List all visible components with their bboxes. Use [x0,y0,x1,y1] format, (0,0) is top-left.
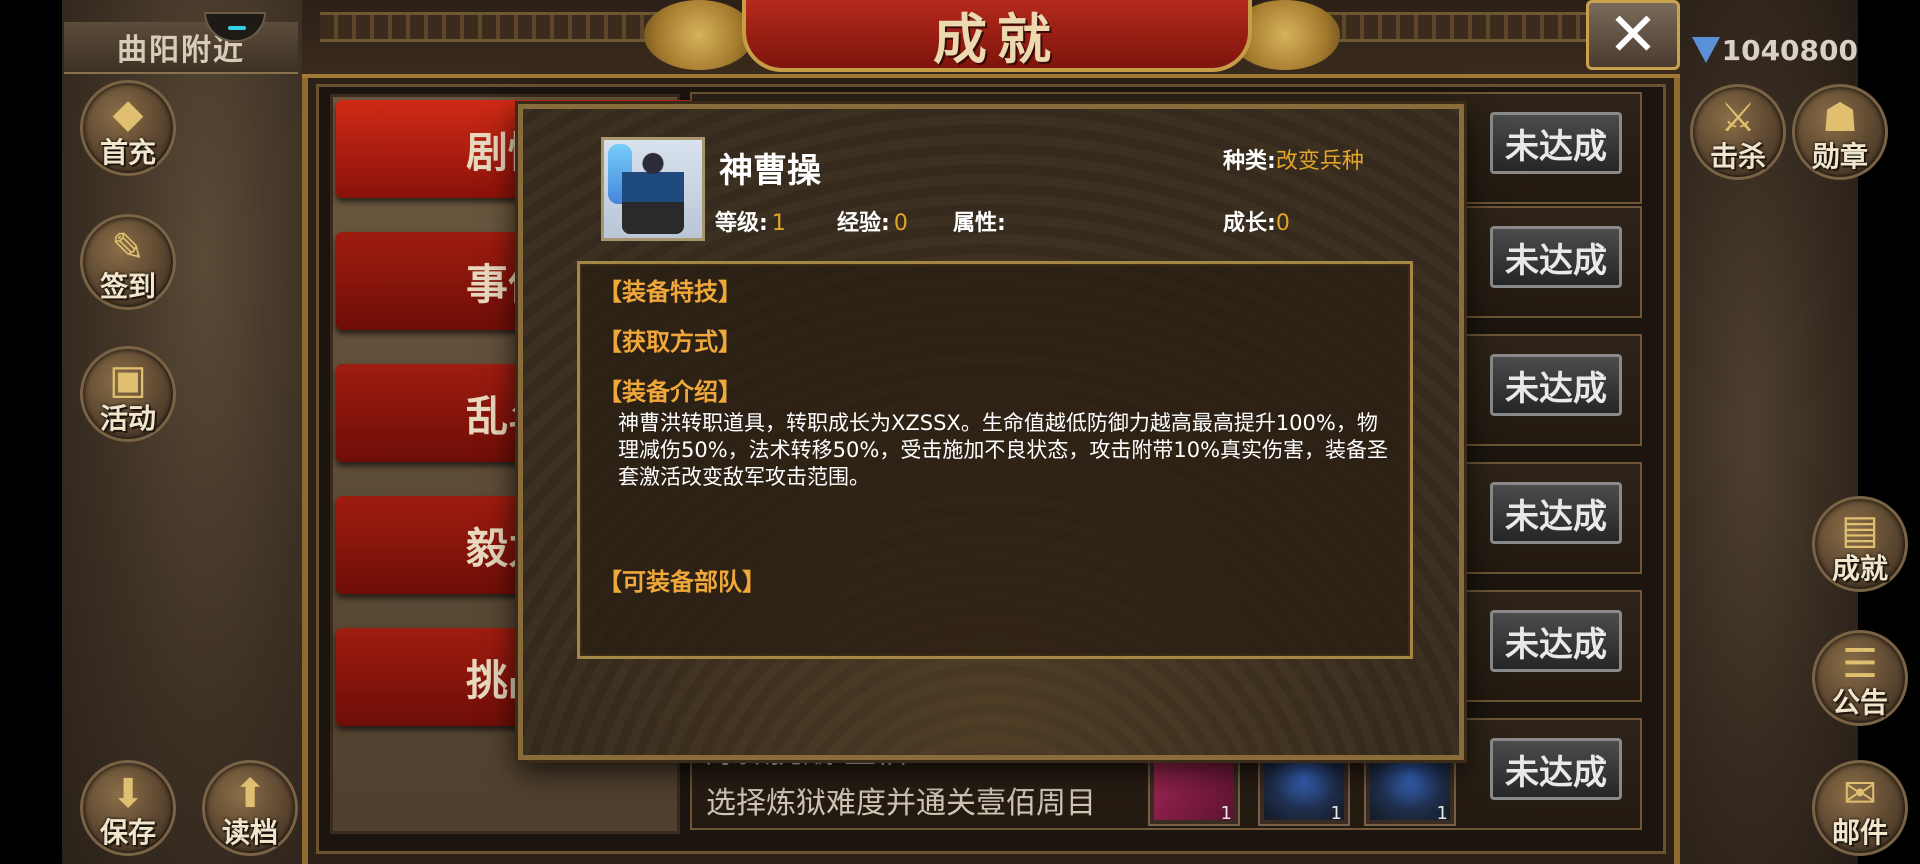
unit-portrait [601,137,705,241]
announcement-button[interactable]: ☰ 公告 [1812,630,1908,726]
medals-label: 勋章 [1811,140,1868,173]
unit-name: 神曹操 [719,151,821,191]
kills-label: 击杀 [1709,140,1766,173]
status-label: 未达成 [1505,752,1607,793]
status-button[interactable]: 未达成 [1490,482,1622,544]
window-title-text: 成就 [933,7,1061,71]
reward-count: 1 [1436,803,1448,824]
item-detail-popup[interactable]: 神曹操 种类:改变兵种 等级: 1 经验: 0 属性: 成长:0 【装备特技】 【获… [518,104,1464,760]
level-label: 等级: [715,211,768,236]
mail-button[interactable]: ✉ 邮件 [1812,760,1908,856]
sign-in-label: 签到 [99,270,156,303]
section-equip-skill: 【装备特技】 [598,278,742,306]
unit-kind: 种类:改变兵种 [1223,143,1364,175]
reward-count: 1 [1220,803,1232,824]
close-icon: ✕ [1607,0,1659,70]
growth-label: 成长: [1223,211,1276,236]
level-value: 1 [771,211,786,236]
first-recharge-button[interactable]: ◆ 首充 [80,80,176,176]
save-label: 保存 [99,816,156,849]
achievement-label: 成就 [1831,552,1888,585]
status-button[interactable]: 未达成 [1490,226,1622,288]
attribute-label: 属性: [953,211,1006,236]
equip-description: 神曹洪转职道具，转职成长为XZSSX。生命值越低防御力越高最高提升100%，物理… [618,411,1389,489]
status-button[interactable]: 未达成 [1490,738,1622,800]
kind-label: 种类: [1223,149,1276,174]
location-plate: 曲阳附近 [64,12,298,74]
medals-button[interactable]: ☗ 勋章 [1792,84,1888,180]
level-stat: 等级: 1 [715,205,786,237]
events-button[interactable]: ▣ 活动 [80,346,176,442]
item-detail-box: 【装备特技】 【获取方式】 【装备介绍】 神曹洪转职道具，转职成长为XZSSX。… [577,261,1413,659]
attribute-stat: 属性: [953,205,1010,237]
section-equip-intro: 【装备介绍】 [598,378,742,406]
achievement-desc: 选择炼狱难度并通关壹佰周目 [706,786,1096,821]
section-equip-troops: 【可装备部队】 [598,568,766,596]
exp-label: 经验: [837,211,890,236]
events-label: 活动 [99,402,156,435]
currency-display: 1040800 [1688,30,1858,70]
exp-stat: 经验: 0 [837,205,908,237]
status-button[interactable]: 未达成 [1490,354,1622,416]
mail-label: 邮件 [1831,816,1888,849]
letterbox-left [0,0,62,864]
status-button[interactable]: 未达成 [1490,610,1622,672]
header-ornament-left [644,0,754,70]
kills-button[interactable]: ⚔ 击杀 [1690,84,1786,180]
window-title: 成就 [742,0,1252,72]
exp-value: 0 [893,211,908,236]
status-label: 未达成 [1505,126,1607,167]
load-button[interactable]: ⬆ 读档 [202,760,298,856]
general-figure-icon [622,148,684,234]
status-label: 未达成 [1505,624,1607,665]
status-label: 未达成 [1505,496,1607,537]
sign-in-button[interactable]: ✎ 签到 [80,214,176,310]
save-button[interactable]: ⬇ 保存 [80,760,176,856]
growth-stat: 成长:0 [1223,205,1290,237]
gem-icon [1688,35,1720,65]
status-button[interactable]: 未达成 [1490,112,1622,174]
announcement-label: 公告 [1831,686,1888,719]
achievement-button[interactable]: ▤ 成就 [1812,496,1908,592]
load-label: 读档 [221,816,278,849]
status-label: 未达成 [1505,240,1607,281]
status-label: 未达成 [1505,368,1607,409]
currency-value: 1040800 [1721,33,1858,67]
section-obtain-method: 【获取方式】 [598,328,742,356]
growth-value: 0 [1275,211,1290,236]
kind-value: 改变兵种 [1275,149,1364,174]
reward-count: 1 [1330,803,1342,824]
close-button[interactable]: ✕ [1586,0,1680,70]
first-recharge-label: 首充 [99,136,156,169]
